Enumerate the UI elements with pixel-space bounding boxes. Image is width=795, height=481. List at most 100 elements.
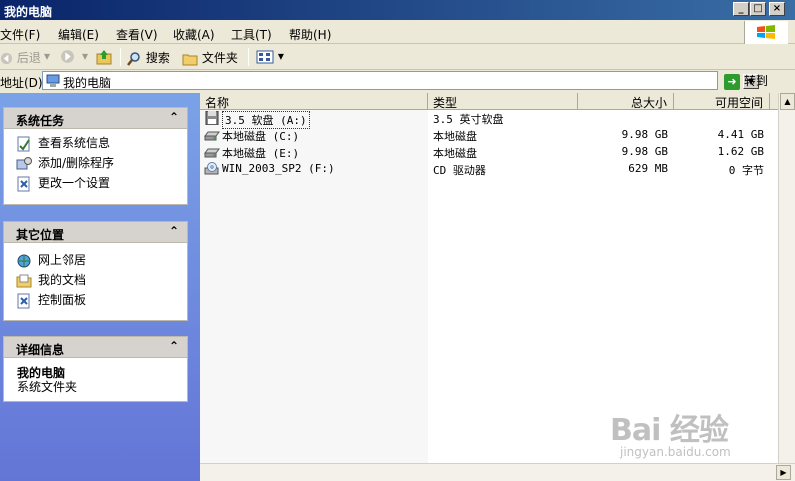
menu-bar: 文件(F) 编辑(E) 查看(V) 收藏(A) 工具(T) 帮助(H) [0,21,795,44]
details-title: 详细信息 [16,343,65,357]
details-body: 我的电脑 系统文件夹 [3,358,188,402]
row-type: CD 驱动器 [433,164,486,177]
cd-drive-icon [204,162,219,175]
back-arrow-icon [0,52,13,65]
address-input[interactable]: 我的电脑 ▼ [42,71,759,90]
search-icon [127,51,140,66]
task-label: 查看系统信息 [38,136,111,150]
place-control-panel[interactable]: 控制面板 [16,291,86,309]
details-panel: 详细信息 ⌃ 我的电脑 系统文件夹 [3,336,188,402]
system-tasks-panel: 系统任务 ⌃ 查看系统信息 添加/删除程序 更改一个设置 [3,107,188,205]
task-add-remove-programs[interactable]: 添加/删除程序 [16,154,114,172]
toolbar-separator [120,48,121,66]
floppy-icon [205,111,219,125]
folder-icon [182,54,198,65]
row-total-size: 9.98 GB [621,145,668,158]
table-row[interactable]: 3.5 软盘 (A:) 3.5 英寸软盘 [200,110,778,129]
minimize-button[interactable]: _ [733,2,749,16]
collapse-chevron-icon[interactable]: ⌃ [169,224,179,238]
folders-label: 文件夹 [201,51,238,65]
go-arrow-icon: ➜ [724,73,740,90]
back-button[interactable]: 后退 [0,49,41,66]
row-name: 本地磁盘 (E:) [222,147,300,160]
task-view-system-info[interactable]: 查看系统信息 [16,134,110,152]
row-type: 3.5 英寸软盘 [433,113,504,126]
toolbar: 后退 ▾ ▾ 搜索 文件夹 ▾ [0,45,795,70]
other-places-header[interactable]: 其它位置 ⌃ [3,221,188,243]
title-bar: 我的电脑 _ □ × [0,0,795,20]
menu-view[interactable]: 查看(V) [116,26,158,43]
forward-dropdown-icon[interactable]: ▾ [82,49,88,63]
other-places-panel: 其它位置 ⌃ 网上邻居 我的文档 控制面板 [3,221,188,321]
scroll-right-arrow-icon[interactable]: ▶ [776,465,791,480]
row-free-space: 0 字节 [728,164,764,177]
back-label: 后退 [16,51,41,65]
back-dropdown-icon[interactable]: ▾ [44,49,50,63]
system-tasks-title: 系统任务 [16,114,65,128]
collapse-chevron-icon[interactable]: ⌃ [169,339,179,353]
column-header-name[interactable]: 名称 [200,93,428,110]
row-free-space: 1.62 GB [717,145,764,158]
place-network[interactable]: 网上邻居 [16,251,86,269]
my-documents-icon [16,274,32,287]
menu-edit[interactable]: 编辑(E) [58,26,99,43]
watermark-url: jingyan.baidu.com [620,445,731,459]
system-tasks-header[interactable]: 系统任务 ⌃ [3,107,188,129]
go-label: 转到 [744,74,769,88]
forward-button[interactable] [60,49,75,64]
row-name: WIN_2003_SP2 (F:) [222,162,335,175]
forward-arrow-icon [61,50,74,63]
window-title: 我的电脑 [4,5,53,19]
row-type: 本地磁盘 [433,147,477,160]
close-button[interactable]: × [769,2,785,16]
menu-help[interactable]: 帮助(H) [289,26,331,43]
toolbar-separator [248,48,249,66]
views-button[interactable]: ▾ [256,49,284,64]
folders-button[interactable]: 文件夹 [182,49,238,67]
address-value: 我的电脑 [63,76,112,90]
place-my-documents[interactable]: 我的文档 [16,271,86,289]
task-label: 添加/删除程序 [38,156,115,170]
network-icon [17,254,31,267]
row-free-space: 4.41 GB [717,128,764,141]
control-panel-icon [17,293,30,308]
search-button[interactable]: 搜索 [126,49,170,67]
hard-drive-icon [204,131,220,141]
menu-favorites[interactable]: 收藏(A) [173,26,215,43]
horizontal-scrollbar[interactable]: ▶ [200,463,795,481]
column-header-total-size[interactable]: 总大小 [578,93,674,110]
maximize-button[interactable]: □ [750,2,766,16]
task-pane: 系统任务 ⌃ 查看系统信息 添加/删除程序 更改一个设置 其它位置 ⌃ 网上邻居 [0,93,200,481]
scroll-up-arrow-icon[interactable]: ▲ [780,93,795,110]
table-row[interactable]: 本地磁盘 (E:) 本地磁盘 9.98 GB 1.62 GB [200,144,778,161]
row-type: 本地磁盘 [433,130,477,143]
details-header[interactable]: 详细信息 ⌃ [3,336,188,358]
column-header-free-space[interactable]: 可用空间 [674,93,770,110]
windows-logo [744,21,788,44]
up-folder-button[interactable] [96,49,112,65]
row-total-size: 629 MB [628,162,668,175]
go-button[interactable]: ➜ 转到 [724,72,768,90]
up-folder-icon [96,50,112,65]
watermark: Bai 经验 jingyan.baidu.com [610,405,770,465]
search-label: 搜索 [145,51,170,65]
views-dropdown-icon: ▾ [277,49,284,63]
row-name: 本地磁盘 (C:) [222,130,300,143]
collapse-chevron-icon[interactable]: ⌃ [169,110,179,124]
menu-tools[interactable]: 工具(T) [231,26,272,43]
place-label: 我的文档 [38,273,87,287]
table-row[interactable]: WIN_2003_SP2 (F:) CD 驱动器 629 MB 0 字节 [200,161,778,178]
vertical-scrollbar[interactable]: ▲ [778,93,795,473]
windows-flag-icon [757,25,775,39]
address-bar: 地址(D) 我的电脑 ▼ ➜ 转到 [0,70,795,92]
task-change-setting[interactable]: 更改一个设置 [16,174,110,192]
column-header-type[interactable]: 类型 [428,93,578,110]
other-places-title: 其它位置 [16,228,65,242]
other-places-body: 网上邻居 我的文档 控制面板 [3,243,188,321]
address-label: 地址(D) [0,76,43,90]
table-row[interactable]: 本地磁盘 (C:) 本地磁盘 9.98 GB 4.41 GB [200,127,778,144]
menu-file[interactable]: 文件(F) [0,26,40,43]
system-info-icon [17,136,30,151]
system-tasks-body: 查看系统信息 添加/删除程序 更改一个设置 [3,129,188,205]
add-remove-programs-icon [16,156,32,169]
